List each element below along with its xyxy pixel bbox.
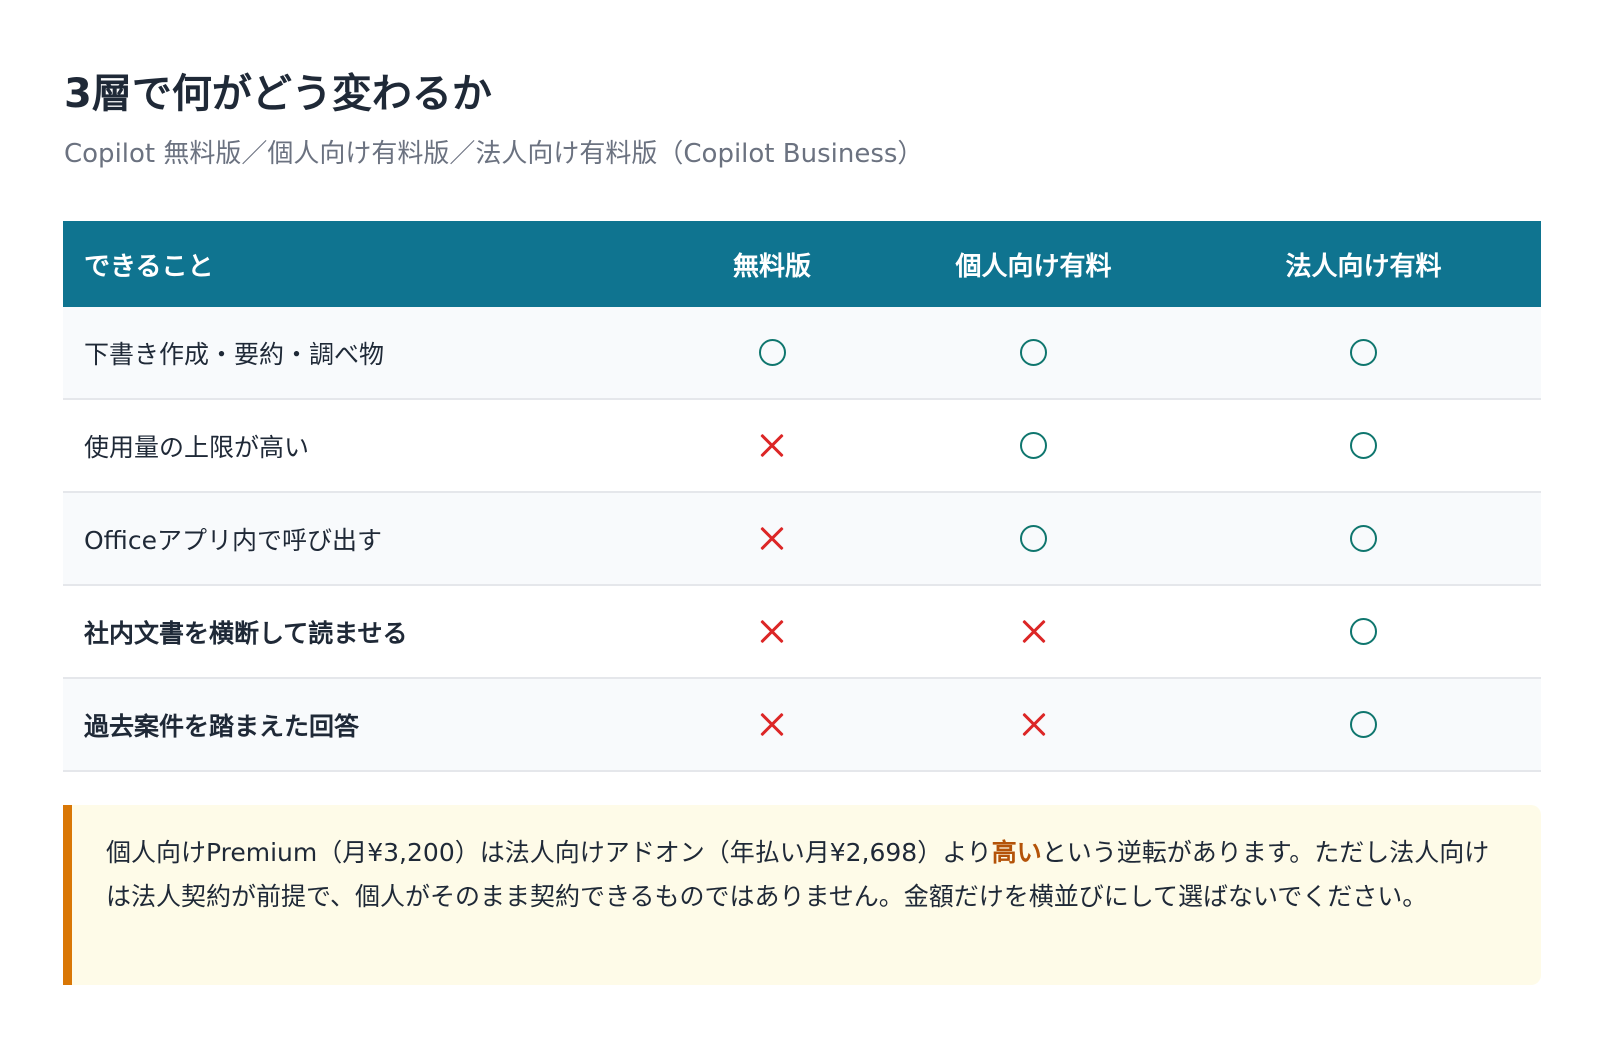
page: 3層で何がどう変わるか Copilot 無料版／個人向け有料版／法人向け有料版（… — [0, 0, 1600, 1046]
column-header-feature: できること — [63, 221, 663, 307]
page-subtitle: Copilot 無料版／個人向け有料版／法人向け有料版（Copilot Busi… — [64, 139, 924, 169]
cross-mark-icon — [759, 433, 785, 459]
cross-mark-icon — [759, 619, 785, 645]
circle-mark-icon — [1020, 432, 1047, 459]
cell-business — [1186, 307, 1541, 400]
feature-label: 下書き作成・要約・調べ物 — [63, 307, 663, 400]
cell-personal — [881, 399, 1186, 493]
cell-personal — [881, 307, 1186, 400]
feature-label: 社内文書を横断して読ませる — [63, 585, 663, 679]
cell-business — [1186, 399, 1541, 493]
cell-business — [1186, 678, 1541, 772]
callout-note: 個人向けPremium（月¥3,200）は法人向けアドオン（年払い月¥2,698… — [63, 805, 1541, 985]
feature-label: 使用量の上限が高い — [63, 399, 663, 493]
circle-mark-icon — [1020, 339, 1047, 366]
page-title: 3層で何がどう変わるか — [64, 71, 492, 117]
table-row: 社内文書を横断して読ませる — [63, 585, 1541, 679]
table-header-row: できること 無料版 個人向け有料 法人向け有料 — [63, 221, 1541, 307]
cell-personal — [881, 585, 1186, 679]
cell-free — [663, 585, 881, 679]
cross-mark-icon — [1021, 619, 1047, 645]
cross-mark-icon — [1021, 712, 1047, 738]
comparison-table: できること 無料版 個人向け有料 法人向け有料 下書き作成・要約・調べ物 使用量の… — [63, 221, 1541, 772]
note-text-before: 個人向けPremium（月¥3,200）は法人向けアドオン（年払い月¥2,698… — [106, 838, 992, 867]
column-header-personal: 個人向け有料 — [881, 221, 1186, 307]
circle-mark-icon — [1350, 618, 1377, 645]
table-row: Officeアプリ内で呼び出す — [63, 492, 1541, 586]
circle-mark-icon — [758, 339, 786, 366]
circle-mark-icon — [1350, 432, 1377, 459]
cell-business — [1186, 585, 1541, 679]
circle-mark-icon — [1020, 525, 1047, 552]
circle-mark-icon — [1350, 339, 1377, 366]
cross-mark-icon — [759, 526, 785, 552]
cross-mark-icon — [759, 712, 785, 738]
column-header-free: 無料版 — [663, 221, 881, 307]
table-row: 過去案件を踏まえた回答 — [63, 678, 1541, 772]
column-header-business: 法人向け有料 — [1186, 221, 1541, 307]
cell-personal — [881, 492, 1186, 586]
note-highlight: 高い — [991, 838, 1042, 867]
cell-personal — [881, 678, 1186, 772]
cell-free — [663, 307, 881, 400]
cell-free — [663, 399, 881, 493]
circle-mark-icon — [1350, 525, 1377, 552]
cell-free — [663, 678, 881, 772]
table-row: 使用量の上限が高い — [63, 399, 1541, 493]
feature-label: Officeアプリ内で呼び出す — [63, 492, 663, 586]
cell-business — [1186, 492, 1541, 586]
table-body: 下書き作成・要約・調べ物 使用量の上限が高い Officeアプリ内で呼び出す 社内文書… — [63, 307, 1541, 772]
feature-label: 過去案件を踏まえた回答 — [63, 678, 663, 772]
circle-mark-icon — [1350, 711, 1377, 738]
table-row: 下書き作成・要約・調べ物 — [63, 307, 1541, 400]
cell-free — [663, 492, 881, 586]
